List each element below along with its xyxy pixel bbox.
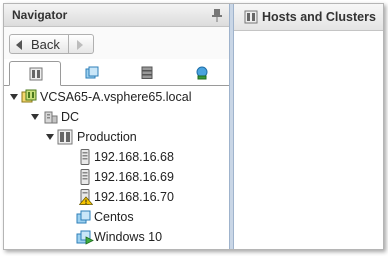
back-arrow-icon [16, 40, 22, 50]
tab-networking[interactable] [176, 61, 228, 85]
main-header: Hosts and Clusters [234, 4, 383, 31]
tree-label-vm: Windows 10 [94, 230, 163, 244]
pin-icon[interactable] [211, 8, 223, 22]
tree-label-vcenter: VCSA65-A.vsphere65.local [40, 90, 192, 104]
vm-icon [76, 210, 91, 224]
tree-label-cluster: Production [77, 130, 137, 144]
tab-storage[interactable] [121, 61, 173, 85]
forward-button[interactable] [69, 34, 94, 54]
tree-item-datacenter[interactable]: DC [4, 107, 229, 127]
vms-templates-icon [85, 66, 99, 79]
tree-item-vm-powered-on[interactable]: Windows 10 [4, 227, 229, 247]
tab-hosts-and-clusters[interactable] [9, 61, 61, 86]
tree-label-host: 192.168.16.69 [94, 170, 174, 184]
tree-label-datacenter: DC [61, 110, 80, 124]
hosts-clusters-icon [244, 10, 258, 24]
forward-arrow-icon [77, 40, 83, 50]
tree-item-vm[interactable]: Centos [4, 207, 229, 227]
vm-powered-on-icon [76, 230, 94, 245]
tree-item-host[interactable]: 192.168.16.69 [4, 167, 229, 187]
tree-item-cluster[interactable]: Production [4, 127, 229, 147]
host-icon [80, 149, 90, 165]
tree-item-host[interactable]: 192.168.16.68 [4, 147, 229, 167]
expand-arrow-icon[interactable] [10, 94, 18, 100]
back-button[interactable]: Back [9, 34, 69, 54]
tree-item-vcenter[interactable]: VCSA65-A.vsphere65.local [4, 87, 229, 107]
main-title: Hosts and Clusters [262, 10, 376, 24]
storage-icon [141, 66, 153, 79]
network-icon [196, 66, 208, 80]
navigator-header: Navigator [4, 4, 229, 27]
host-icon [80, 169, 90, 185]
cluster-icon [57, 129, 73, 145]
history-bar: Back [4, 27, 229, 59]
vsphere-window: Navigator Back VCSA65-A.vsphere65.local … [3, 3, 384, 250]
expand-arrow-icon[interactable] [31, 114, 39, 120]
tree-item-host-warning[interactable]: 192.168.16.70 [4, 187, 229, 207]
navigator-pane: Navigator Back VCSA65-A.vsphere65.local … [4, 4, 229, 249]
hosts-clusters-icon [29, 67, 43, 81]
tree-label-vm: Centos [94, 210, 134, 224]
navigator-title: Navigator [12, 8, 68, 22]
host-warning-icon [79, 189, 93, 205]
tree-label-host: 192.168.16.70 [94, 190, 174, 204]
expand-arrow-icon[interactable] [46, 134, 54, 140]
tab-vms-and-templates[interactable] [66, 61, 118, 85]
back-button-label: Back [31, 37, 60, 52]
navigator-tabs [4, 59, 229, 86]
datacenter-icon [44, 111, 58, 124]
main-pane: Hosts and Clusters [234, 4, 383, 249]
vcenter-icon [21, 89, 37, 103]
tree-label-host: 192.168.16.68 [94, 150, 174, 164]
